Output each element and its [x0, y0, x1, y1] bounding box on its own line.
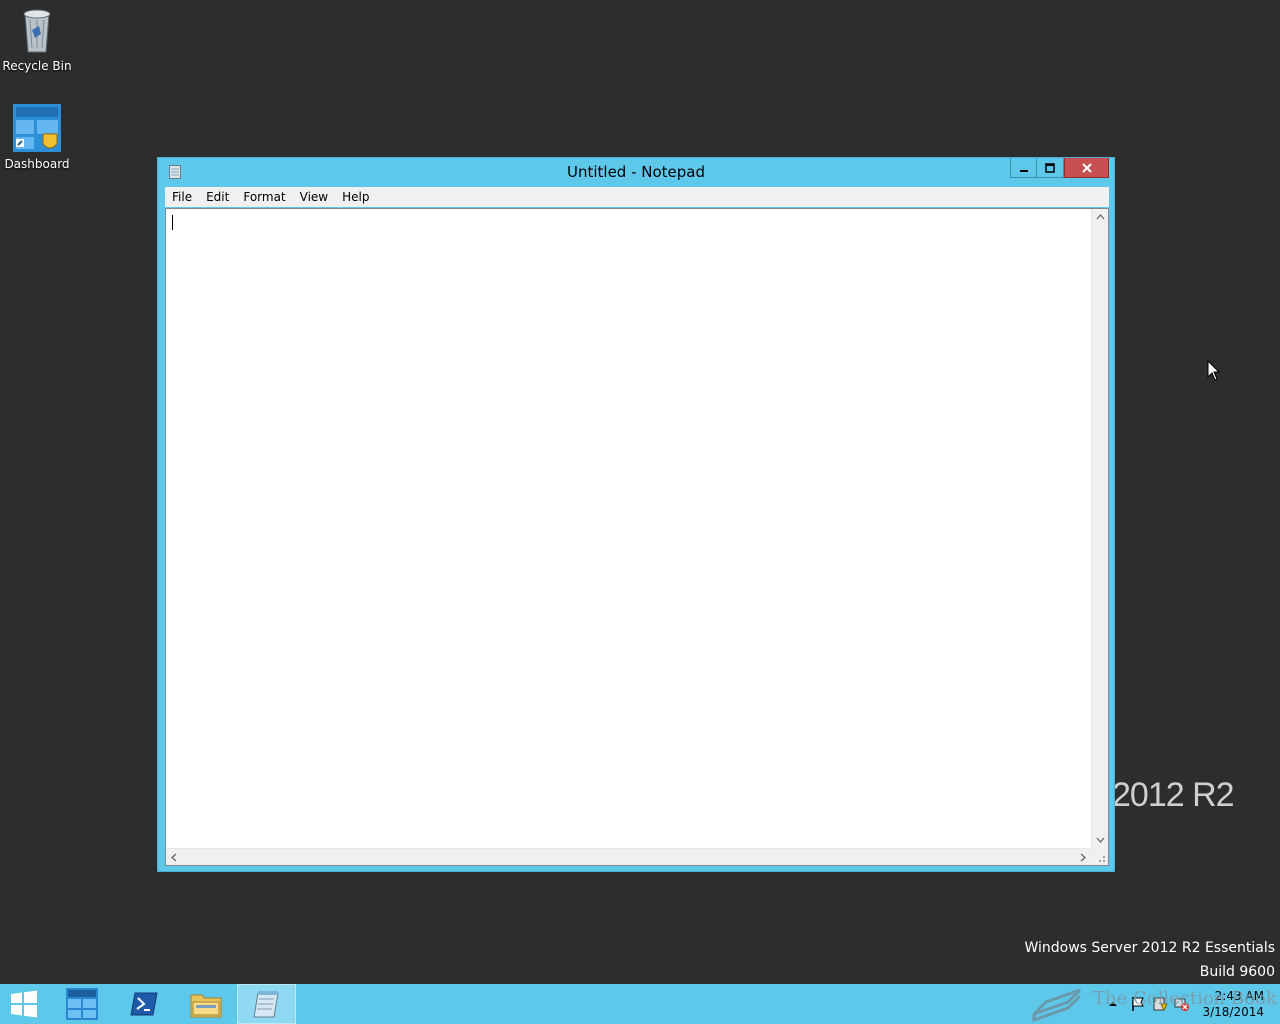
scroll-right-button[interactable] — [1075, 849, 1091, 865]
book-logo-icon — [1032, 988, 1082, 1023]
close-button[interactable] — [1064, 158, 1109, 178]
chevron-up-icon — [1096, 214, 1104, 220]
taskbar-notepad[interactable] — [237, 984, 296, 1024]
os-branding-text: 2012 R2 — [1112, 776, 1235, 814]
menu-bar: File Edit Format View Help — [165, 187, 1109, 207]
desktop-icon-recycle-bin[interactable]: Recycle Bin — [0, 6, 74, 73]
window-title: Untitled - Notepad — [566, 163, 706, 181]
dashboard-icon — [13, 104, 61, 152]
recycle-bin-label: Recycle Bin — [2, 59, 72, 73]
menu-format[interactable]: Format — [236, 190, 292, 204]
taskbar-file-explorer[interactable] — [180, 984, 232, 1024]
text-editor-area[interactable] — [165, 208, 1109, 866]
os-build-number: Build 9600 — [1199, 964, 1275, 980]
file-explorer-icon — [190, 994, 222, 1018]
scroll-up-button[interactable] — [1092, 209, 1108, 225]
vertical-scrollbar[interactable] — [1091, 209, 1108, 848]
chevron-right-icon — [1080, 853, 1086, 861]
taskbar-powershell[interactable] — [118, 984, 170, 1024]
minimize-icon — [1019, 169, 1028, 172]
chevron-down-icon — [1096, 837, 1104, 843]
minimize-button[interactable] — [1010, 158, 1037, 178]
taskbar: 2:43 AM 3/18/2014 — [0, 984, 1280, 1024]
close-icon — [1081, 162, 1092, 173]
os-edition-name: Windows Server 2012 R2 Essentials — [1024, 940, 1275, 956]
powershell-icon — [130, 992, 158, 1016]
start-button[interactable] — [0, 984, 48, 1024]
menu-edit[interactable]: Edit — [199, 190, 236, 204]
size-grip-icon — [1099, 856, 1105, 862]
watermark-text: The Collection Book — [1093, 988, 1277, 1009]
notepad-icon — [252, 991, 279, 1018]
menu-file[interactable]: File — [165, 190, 199, 204]
maximize-icon — [1045, 162, 1055, 173]
desktop-icon-dashboard[interactable]: Dashboard — [0, 104, 74, 171]
size-grip[interactable] — [1091, 848, 1108, 865]
scroll-down-button[interactable] — [1092, 832, 1108, 848]
scroll-left-button[interactable] — [166, 849, 182, 865]
menu-view[interactable]: View — [293, 190, 335, 204]
mouse-cursor-icon — [1207, 360, 1221, 381]
start-icon — [11, 990, 37, 1018]
recycle-bin-icon — [23, 9, 51, 53]
title-bar[interactable]: Untitled - Notepad — [158, 158, 1114, 188]
notepad-window: Untitled - Notepad File Edit Format View… — [157, 157, 1115, 872]
server-manager-icon — [66, 988, 98, 1020]
text-caret — [172, 215, 173, 230]
taskbar-server-manager[interactable] — [56, 984, 108, 1024]
dashboard-label: Dashboard — [4, 157, 70, 171]
horizontal-scrollbar[interactable] — [166, 848, 1091, 865]
menu-help[interactable]: Help — [335, 190, 376, 204]
chevron-left-icon — [171, 853, 177, 861]
maximize-button[interactable] — [1037, 158, 1064, 178]
